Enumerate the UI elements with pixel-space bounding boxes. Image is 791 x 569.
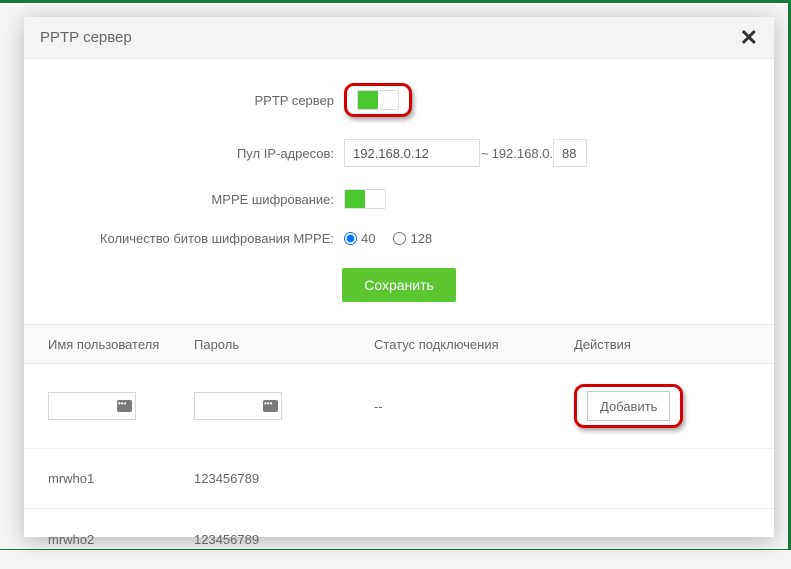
mppe-toggle[interactable]	[344, 189, 386, 209]
th-password: Пароль	[194, 337, 374, 352]
radio-40-input[interactable]	[344, 232, 357, 245]
ip-pool-static: 192.168.0.	[492, 146, 553, 161]
ip-pool-end-input[interactable]	[553, 139, 587, 167]
row-pptp-server: PPTP сервер	[24, 83, 774, 117]
cell-password: 123456789	[194, 471, 374, 486]
cell-username: mrwho2	[24, 532, 194, 547]
table-row: mrwho1 123456789	[24, 449, 774, 509]
th-action: Действия	[574, 337, 754, 352]
pptp-label: PPTP сервер	[24, 93, 344, 108]
new-password-input[interactable]	[194, 392, 282, 420]
radio-128-input[interactable]	[393, 232, 406, 245]
highlight-pptp-toggle	[344, 83, 412, 117]
ip-pool-label: Пул IP-адресов:	[24, 146, 344, 161]
cell-username: mrwho1	[24, 471, 194, 486]
table-input-row: -- Добавить	[24, 364, 774, 449]
new-username-input[interactable]	[48, 392, 136, 420]
dialog-panel: PPTP сервер ✕ PPTP сервер Пул IP-адресов…	[24, 17, 774, 537]
dialog-header: PPTP сервер ✕	[24, 17, 774, 59]
row-ip-pool: Пул IP-адресов: ~ 192.168.0.	[24, 139, 774, 167]
highlight-add-button: Добавить	[574, 384, 683, 428]
radio-40-label: 40	[361, 231, 375, 246]
add-button[interactable]: Добавить	[587, 391, 670, 421]
radio-40[interactable]: 40	[344, 231, 375, 246]
row-mppe-bits: Количество битов шифрования MPPE: 40 128	[24, 231, 774, 246]
users-table: Имя пользователя Пароль Статус подключен…	[24, 324, 774, 569]
radio-128[interactable]: 128	[393, 231, 432, 246]
dialog-title: PPTP сервер	[40, 29, 132, 46]
th-status: Статус подключения	[374, 337, 574, 352]
table-header: Имя пользователя Пароль Статус подключен…	[24, 324, 774, 364]
cell-password: 123456789	[194, 532, 374, 547]
close-icon[interactable]: ✕	[740, 27, 758, 49]
ip-pool-tilde: ~	[481, 146, 489, 161]
pptp-toggle[interactable]	[357, 90, 399, 110]
table-row: mrwho2 123456789	[24, 509, 774, 569]
row-mppe: MPPE шифрование:	[24, 189, 774, 209]
save-button[interactable]: Сохранить	[342, 268, 456, 302]
ip-pool-start-input[interactable]	[344, 139, 480, 167]
form-area: PPTP сервер Пул IP-адресов: ~ 192.168.0.…	[24, 59, 774, 302]
save-row: Сохранить	[24, 268, 774, 302]
mppe-bits-label: Количество битов шифрования MPPE:	[24, 231, 344, 246]
new-status-cell: --	[374, 399, 574, 414]
keyboard-icon	[117, 400, 132, 412]
mppe-label: MPPE шифрование:	[24, 192, 344, 207]
radio-128-label: 128	[410, 231, 432, 246]
keyboard-icon	[263, 400, 278, 412]
th-username: Имя пользователя	[24, 337, 194, 352]
